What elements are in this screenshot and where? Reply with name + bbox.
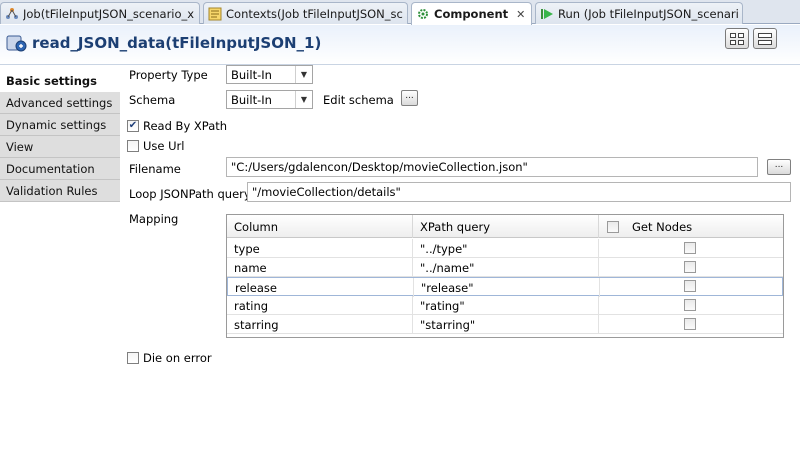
use-url-label: Use Url bbox=[143, 139, 185, 153]
chevron-down-icon: ▼ bbox=[295, 66, 312, 83]
nav-label: Advanced settings bbox=[6, 95, 113, 110]
get-nodes-checkbox[interactable] bbox=[684, 318, 696, 330]
use-url-checkbox[interactable] bbox=[127, 140, 139, 152]
mapping-table-header: Column XPath query Get Nodes bbox=[227, 215, 783, 238]
list-view-button[interactable] bbox=[753, 28, 777, 49]
schema-select[interactable]: Built-In ▼ bbox=[226, 90, 313, 109]
nav-label: Documentation bbox=[6, 161, 95, 176]
nav-dynamic-settings[interactable]: Dynamic settings bbox=[0, 114, 120, 136]
nav-basic-settings[interactable]: Basic settings bbox=[0, 70, 120, 92]
nav-documentation[interactable]: Documentation bbox=[0, 158, 120, 180]
property-type-value: Built-In bbox=[231, 67, 272, 82]
table-row[interactable]: name "../name" bbox=[227, 258, 783, 277]
nav-label: Dynamic settings bbox=[6, 117, 107, 132]
loop-jsonpath-label: Loop JSONPath query bbox=[129, 187, 251, 201]
contexts-icon bbox=[208, 7, 222, 20]
get-nodes-all-checkbox[interactable] bbox=[607, 220, 619, 233]
tab-label: Contexts(Job tFileInputJSON_scen bbox=[226, 6, 403, 21]
column-cell[interactable]: name bbox=[227, 258, 413, 277]
die-on-error-checkbox[interactable] bbox=[127, 352, 139, 364]
get-nodes-checkbox[interactable] bbox=[684, 299, 696, 311]
loop-jsonpath-input[interactable]: "/movieCollection/details" bbox=[247, 182, 791, 202]
column-cell[interactable]: rating bbox=[227, 296, 413, 315]
xpath-cell[interactable]: "release" bbox=[414, 278, 600, 297]
table-row[interactable]: type "../type" bbox=[227, 239, 783, 258]
tab-label: Job(tFileInputJSON_scenario_xpat bbox=[23, 6, 195, 21]
component-icon bbox=[418, 9, 428, 19]
nav-view[interactable]: View bbox=[0, 136, 120, 158]
editor-tab-bar: Job(tFileInputJSON_scenario_xpat Context… bbox=[0, 0, 800, 25]
get-nodes-checkbox[interactable] bbox=[684, 280, 696, 292]
filename-label: Filename bbox=[129, 162, 181, 176]
mapping-table: Column XPath query Get Nodes type "../ty… bbox=[226, 214, 784, 338]
nav-advanced-settings[interactable]: Advanced settings bbox=[0, 92, 120, 114]
xpath-cell[interactable]: "starring" bbox=[413, 315, 599, 334]
schema-value: Built-In bbox=[231, 92, 272, 107]
tab-run[interactable]: Run (Job tFileInputJSON_scenario bbox=[535, 2, 743, 24]
table-row[interactable]: rating "rating" bbox=[227, 296, 783, 315]
tab-label: Component bbox=[434, 7, 509, 21]
column-cell[interactable]: release bbox=[228, 278, 414, 297]
tab-job[interactable]: Job(tFileInputJSON_scenario_xpat bbox=[0, 2, 200, 24]
job-icon bbox=[6, 7, 18, 19]
column-header-get-nodes[interactable]: Get Nodes bbox=[599, 215, 783, 238]
component-header: read_JSON_data(tFileInputJSON_1) bbox=[0, 25, 800, 65]
nav-label: Basic settings bbox=[6, 74, 97, 88]
property-type-select[interactable]: Built-In ▼ bbox=[226, 65, 313, 84]
column-header-xpath[interactable]: XPath query bbox=[413, 215, 599, 238]
browse-file-button[interactable]: ... bbox=[767, 159, 791, 175]
nav-validation-rules[interactable]: Validation Rules bbox=[0, 180, 120, 202]
edit-schema-button[interactable]: ... bbox=[401, 90, 418, 106]
column-header-column[interactable]: Column bbox=[227, 215, 413, 238]
nav-label: View bbox=[6, 139, 34, 154]
xpath-cell[interactable]: "../type" bbox=[413, 239, 599, 258]
filename-input[interactable]: "C:/Users/gdalencon/Desktop/movieCollect… bbox=[226, 157, 758, 177]
column-cell[interactable]: type bbox=[227, 239, 413, 258]
die-on-error-label: Die on error bbox=[143, 351, 212, 365]
get-nodes-checkbox[interactable] bbox=[684, 261, 696, 273]
chevron-down-icon: ▼ bbox=[295, 91, 312, 108]
table-view-button[interactable] bbox=[725, 28, 749, 49]
check-icon: ✔ bbox=[128, 120, 138, 131]
get-nodes-checkbox[interactable] bbox=[684, 242, 696, 254]
get-nodes-header-label: Get Nodes bbox=[632, 219, 693, 234]
table-row-selected[interactable]: release "release" bbox=[227, 277, 783, 297]
xpath-cell[interactable]: "rating" bbox=[413, 296, 599, 315]
run-icon bbox=[541, 8, 553, 19]
schema-label: Schema bbox=[129, 93, 176, 107]
table-row[interactable]: starring "starring" bbox=[227, 315, 783, 334]
filename-value: "C:/Users/gdalencon/Desktop/movieCollect… bbox=[231, 160, 528, 174]
page-title: read_JSON_data(tFileInputJSON_1) bbox=[32, 34, 322, 52]
read-by-xpath-label: Read By XPath bbox=[143, 119, 228, 133]
column-cell[interactable]: starring bbox=[227, 315, 413, 334]
tab-component[interactable]: Component ✕ bbox=[411, 2, 532, 25]
xpath-cell[interactable]: "../name" bbox=[413, 258, 599, 277]
tab-label: Run (Job tFileInputJSON_scenario bbox=[558, 6, 738, 21]
property-type-label: Property Type bbox=[129, 68, 208, 82]
edit-schema-label: Edit schema bbox=[323, 93, 394, 107]
component-json-icon bbox=[6, 35, 27, 52]
mapping-label: Mapping bbox=[129, 212, 179, 226]
settings-nav: Basic settings Advanced settings Dynamic… bbox=[0, 66, 120, 456]
tab-contexts[interactable]: Contexts(Job tFileInputJSON_scen bbox=[203, 2, 408, 24]
close-icon[interactable]: ✕ bbox=[516, 8, 525, 21]
nav-label: Validation Rules bbox=[6, 183, 98, 198]
loop-jsonpath-value: "/movieCollection/details" bbox=[252, 185, 401, 199]
read-by-xpath-checkbox[interactable]: ✔ bbox=[127, 120, 139, 132]
